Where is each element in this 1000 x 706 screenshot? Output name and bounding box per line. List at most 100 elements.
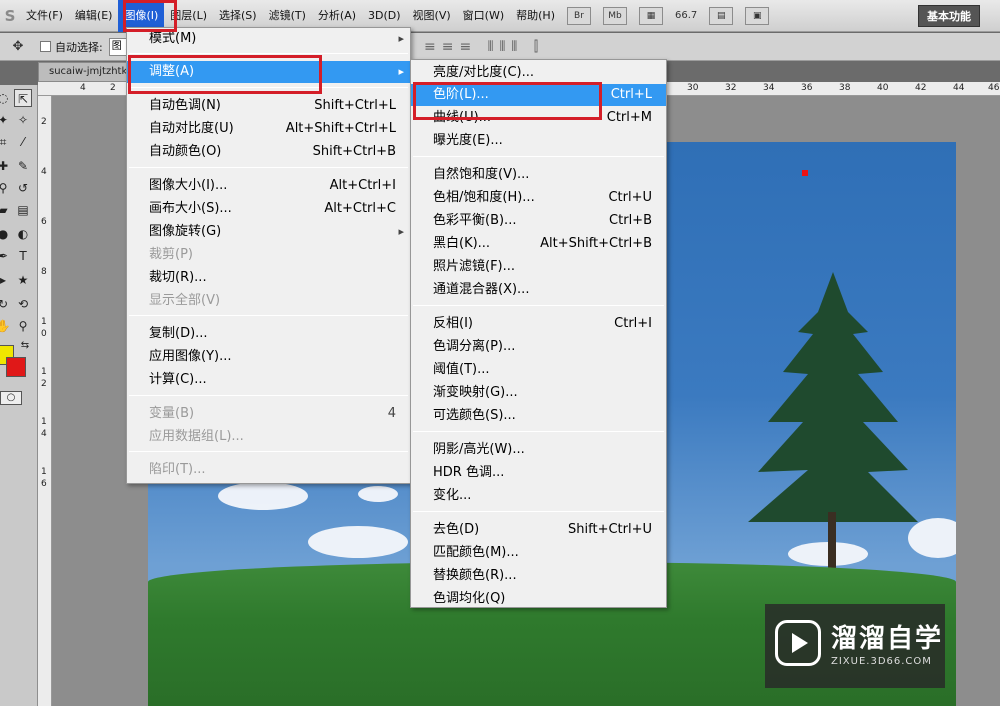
- quick-select-icon[interactable]: ✦: [0, 111, 12, 129]
- ruler-tick: 38: [839, 83, 851, 93]
- swap-colors-icon[interactable]: ⇆: [16, 337, 34, 355]
- menu-item-photo-filter[interactable]: 照片滤镜(F)...: [411, 256, 666, 278]
- eyedropper-icon[interactable]: ⁄: [14, 133, 32, 151]
- auto-select-checkbox[interactable]: [40, 41, 51, 52]
- bridge-button[interactable]: Br: [566, 6, 591, 25]
- crop-tool-icon[interactable]: ⌗: [0, 133, 12, 151]
- menu-item-auto-color[interactable]: 自动颜色(O) Shift+Ctrl+B: [127, 141, 410, 163]
- menu-item-label: 自动色调(N): [149, 98, 221, 113]
- menu-item-channel-mixer[interactable]: 通道混合器(X)...: [411, 279, 666, 301]
- menu-item-image-rotation[interactable]: 图像旋转(G) ▸: [127, 221, 410, 243]
- 3d-rotate-icon[interactable]: ↻: [0, 295, 12, 313]
- move-tool-preset-icon[interactable]: ✥: [0, 33, 36, 61]
- menu-item-variations[interactable]: 变化...: [411, 485, 666, 507]
- brush-tool-icon[interactable]: ✎: [14, 157, 32, 175]
- image-menu: 模式(M) ▸ 调整(A) ▸ 自动色调(N) Shift+Ctrl+L 自动对…: [126, 27, 411, 484]
- zoom-level[interactable]: 66.7: [675, 10, 697, 21]
- menu-item-trim[interactable]: 裁切(R)...: [127, 267, 410, 289]
- menu-item-brightness-contrast[interactable]: 亮度/对比度(C)...: [411, 62, 666, 84]
- menu-item-apply-image[interactable]: 应用图像(Y)...: [127, 346, 410, 368]
- menu-item-match-color[interactable]: 匹配颜色(M)...: [411, 542, 666, 564]
- menu-item-exposure[interactable]: 曝光度(E)...: [411, 130, 666, 152]
- menu-item-label: 匹配颜色(M)...: [433, 545, 519, 560]
- ruler-tick: 46: [988, 83, 1000, 93]
- menu-separator: [129, 167, 408, 168]
- lasso-tool-icon[interactable]: ◌: [0, 89, 12, 107]
- menu-item-selective-color[interactable]: 可选颜色(S)...: [411, 405, 666, 427]
- align-buttons-icon[interactable]: ≡≡≡ ⫴⫴⫴ ⫿: [424, 37, 584, 57]
- view-extras-icon[interactable]: ▦: [638, 6, 663, 25]
- menu-item-apply-data-set: 应用数据组(L)...: [127, 426, 410, 448]
- quick-mask-icon[interactable]: ○: [0, 391, 22, 405]
- workspace-button[interactable]: 基本功能: [918, 5, 980, 27]
- menu-item-black-white[interactable]: 黑白(K)... Alt+Shift+Ctrl+B: [411, 233, 666, 255]
- menu-item-label: 自动对比度(U): [149, 121, 234, 136]
- menu-item-invert[interactable]: 反相(I) Ctrl+I: [411, 313, 666, 335]
- magic-wand-icon[interactable]: ✧: [14, 111, 32, 129]
- document-tab[interactable]: sucaiw-jmjtzhtk: [38, 62, 128, 82]
- menu-item-canvas-size[interactable]: 画布大小(S)... Alt+Ctrl+C: [127, 198, 410, 220]
- menu-item-shortcut: Shift+Ctrl+L: [314, 98, 396, 113]
- screen-mode-icon[interactable]: ▣: [745, 6, 770, 25]
- cloud: [308, 526, 408, 558]
- 3d-orbit-icon[interactable]: ⟲: [14, 295, 32, 313]
- menu-window[interactable]: 窗口(W): [457, 0, 510, 32]
- menu-item-label: 可选颜色(S)...: [433, 408, 516, 423]
- menu-item-label: 色调分离(P)...: [433, 339, 516, 354]
- type-tool-icon[interactable]: T: [14, 247, 32, 265]
- menu-item-hdr-toning[interactable]: HDR 色调...: [411, 462, 666, 484]
- menu-item-color-balance[interactable]: 色彩平衡(B)... Ctrl+B: [411, 210, 666, 232]
- move-tool-icon[interactable]: ⇱: [14, 89, 32, 107]
- menu-item-posterize[interactable]: 色调分离(P)...: [411, 336, 666, 358]
- menu-item-shadows-highlights[interactable]: 阴影/高光(W)...: [411, 439, 666, 461]
- menu-item-mode[interactable]: 模式(M) ▸: [127, 28, 410, 50]
- clone-stamp-icon[interactable]: ⚲: [0, 179, 12, 197]
- menu-item-desaturate[interactable]: 去色(D) Shift+Ctrl+U: [411, 519, 666, 541]
- menu-item-image-size[interactable]: 图像大小(I)... Alt+Ctrl+I: [127, 175, 410, 197]
- menu-item-duplicate[interactable]: 复制(D)...: [127, 323, 410, 345]
- menu-view[interactable]: 视图(V): [407, 0, 457, 32]
- healing-brush-icon[interactable]: ✚: [0, 157, 12, 175]
- menu-item-adjustments[interactable]: 调整(A) ▸: [127, 61, 410, 83]
- menu-item-shortcut: Alt+Ctrl+C: [324, 201, 396, 216]
- menu-item-auto-contrast[interactable]: 自动对比度(U) Alt+Shift+Ctrl+L: [127, 118, 410, 140]
- menu-item-shortcut: Ctrl+L: [610, 87, 652, 102]
- history-brush-icon[interactable]: ↺: [14, 179, 32, 197]
- menu-file[interactable]: 文件(F): [20, 0, 69, 32]
- background-color-swatch[interactable]: [6, 357, 26, 377]
- mini-bridge-button[interactable]: Mb: [602, 6, 627, 25]
- hand-tool-icon[interactable]: ✋: [0, 317, 12, 335]
- dodge-tool-icon[interactable]: ◐: [14, 225, 32, 243]
- menu-item-curves[interactable]: 曲线(U)... Ctrl+M: [411, 107, 666, 129]
- menu-item-shortcut: Ctrl+M: [606, 110, 652, 125]
- menu-edit[interactable]: 编辑(E): [69, 0, 119, 32]
- menu-item-reveal-all: 显示全部(V): [127, 290, 410, 312]
- pen-tool-icon[interactable]: ✒: [0, 247, 12, 265]
- menu-item-label: 通道混合器(X)...: [433, 282, 530, 297]
- menu-item-calculations[interactable]: 计算(C)...: [127, 369, 410, 391]
- menu-item-label: 替换颜色(R)...: [433, 568, 517, 583]
- menu-item-vibrance[interactable]: 自然饱和度(V)...: [411, 164, 666, 186]
- toolbox: ◌ ⇱ ✦ ✧ ⌗ ⁄ ✚ ✎ ⚲ ↺ ▰ ▤ ● ◐ ✒ T ▸ ★ ↻ ⟲ …: [0, 85, 38, 706]
- menu-item-replace-color[interactable]: 替换颜色(R)...: [411, 565, 666, 587]
- zoom-tool-icon[interactable]: ⚲: [14, 317, 32, 335]
- menu-item-gradient-map[interactable]: 渐变映射(G)...: [411, 382, 666, 404]
- gradient-tool-icon[interactable]: ▤: [14, 201, 32, 219]
- ruler-tick: 36: [801, 83, 813, 93]
- menu-item-label: 模式(M): [149, 31, 197, 46]
- menu-item-threshold[interactable]: 阈值(T)...: [411, 359, 666, 381]
- ruler-tick: 4: [41, 167, 47, 177]
- path-select-icon[interactable]: ▸: [0, 271, 12, 289]
- menu-help[interactable]: 帮助(H): [510, 0, 561, 32]
- adjustments-submenu: 亮度/对比度(C)... 色阶(L)... Ctrl+L 曲线(U)... Ct…: [410, 59, 667, 608]
- arrange-documents-icon[interactable]: ▤: [709, 6, 734, 25]
- menu-item-label: 曝光度(E)...: [433, 133, 503, 148]
- menu-item-hue-saturation[interactable]: 色相/饱和度(H)... Ctrl+U: [411, 187, 666, 209]
- menu-item-label: 裁切(R)...: [149, 270, 207, 285]
- menu-item-equalize[interactable]: 色调均化(Q): [411, 588, 666, 610]
- menu-item-levels[interactable]: 色阶(L)... Ctrl+L: [411, 84, 666, 106]
- eraser-tool-icon[interactable]: ▰: [0, 201, 12, 219]
- shape-tool-icon[interactable]: ★: [14, 271, 32, 289]
- blur-tool-icon[interactable]: ●: [0, 225, 12, 243]
- menu-item-auto-tone[interactable]: 自动色调(N) Shift+Ctrl+L: [127, 95, 410, 117]
